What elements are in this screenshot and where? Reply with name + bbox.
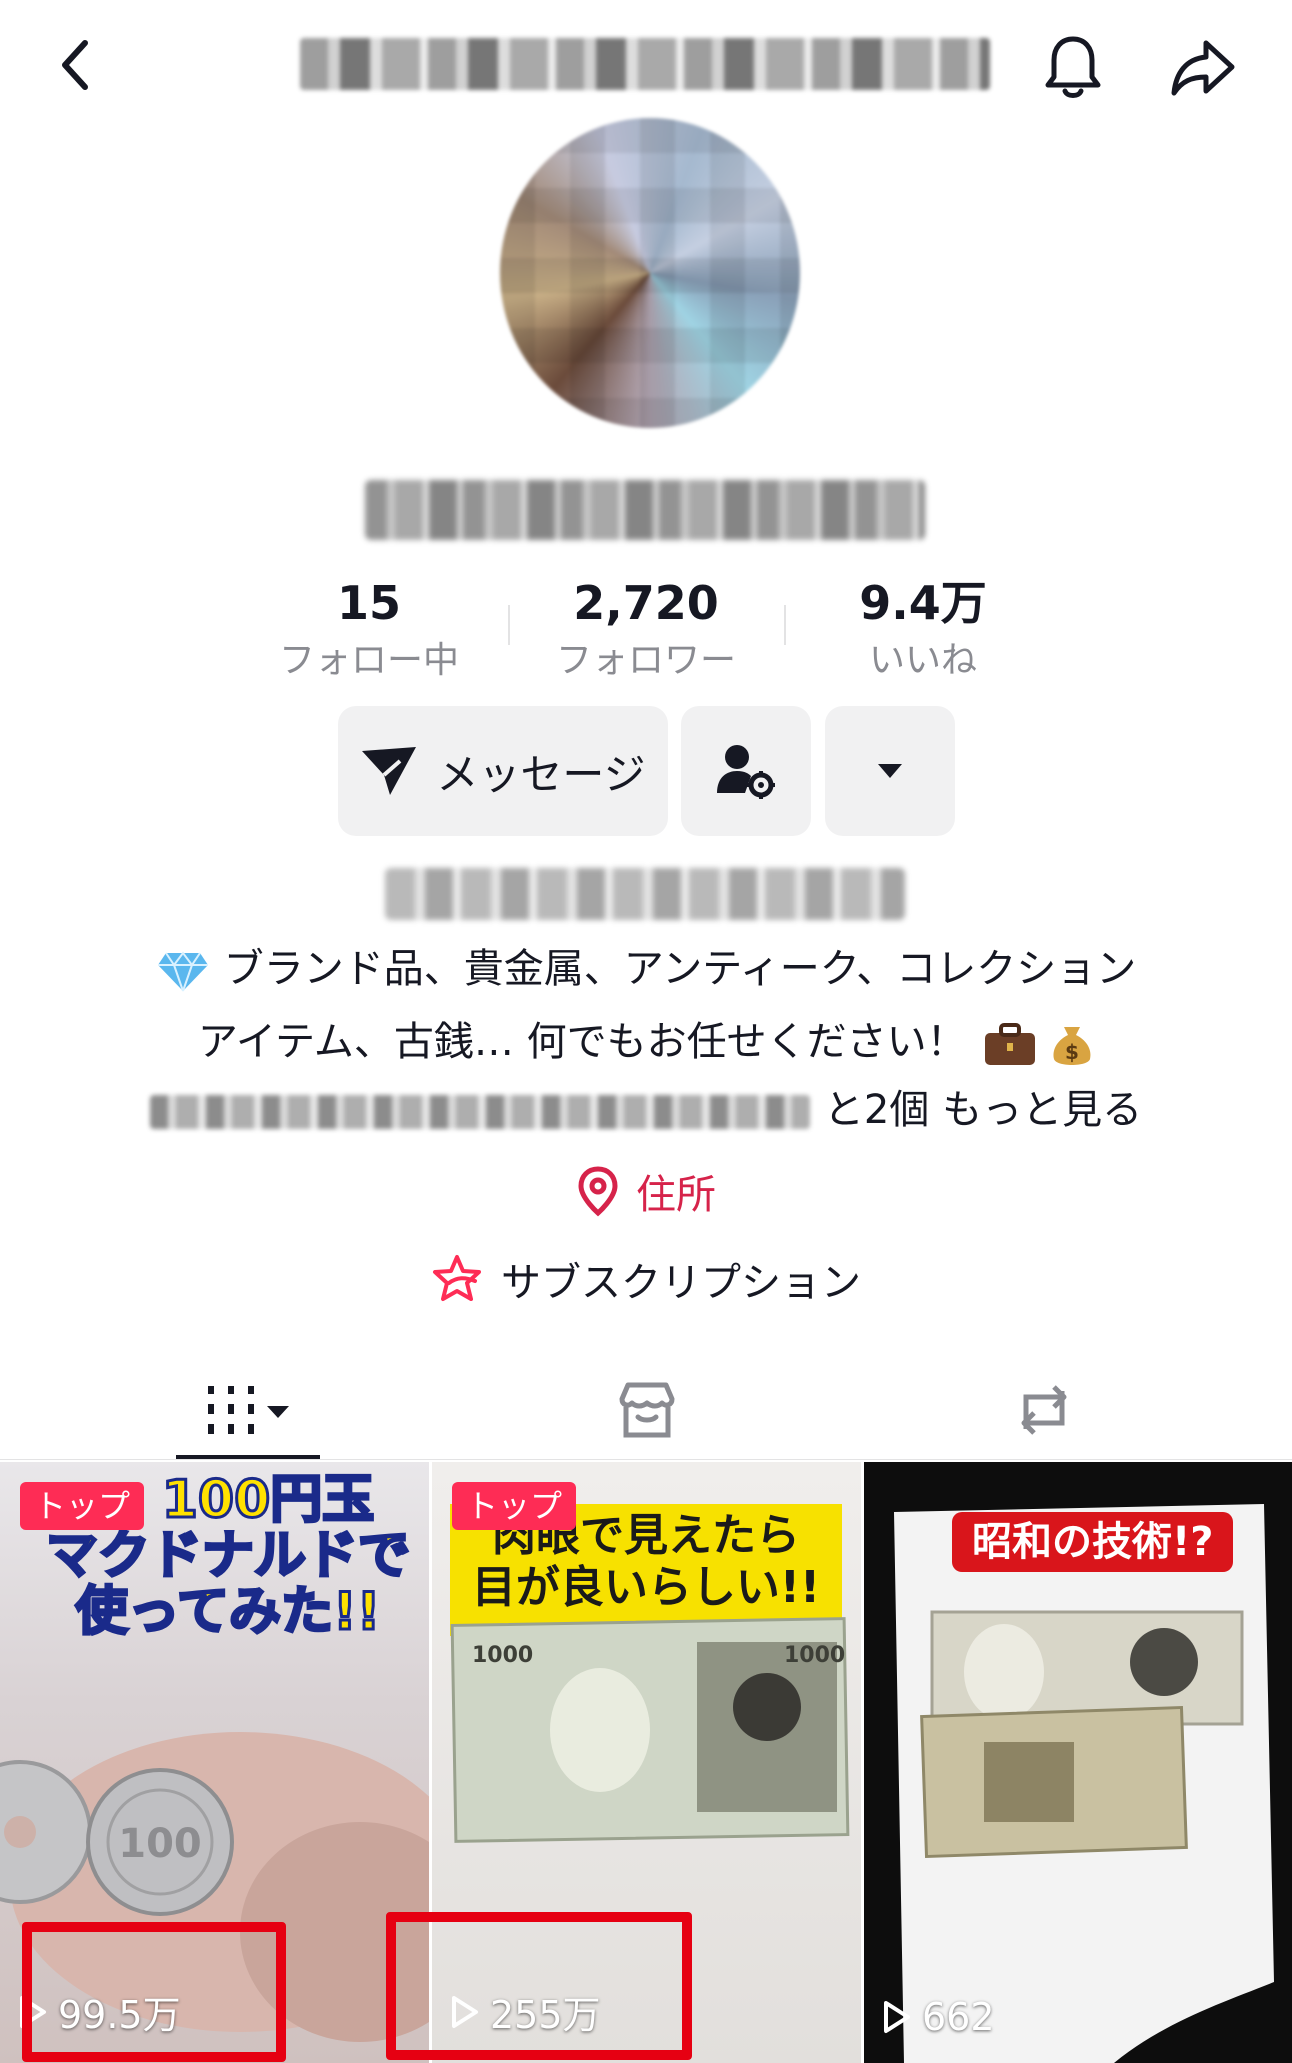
bell-icon [1045, 36, 1100, 98]
see-more-link[interactable]: もっと見る [942, 1087, 1142, 1133]
bio-handle-redacted [385, 868, 905, 920]
repost-icon [1021, 1385, 1067, 1435]
share-button[interactable] [1160, 25, 1245, 110]
stat-followers[interactable]: 2,720 フォロワー [526, 575, 766, 685]
display-name-redacted [365, 480, 925, 540]
avatar[interactable] [500, 118, 800, 428]
money-bag-emoji-icon: $ [1053, 1027, 1091, 1065]
tab-shop[interactable] [575, 1360, 719, 1460]
stat-likes[interactable]: 9.4万 いいね [803, 575, 1043, 685]
stat-divider [784, 605, 786, 645]
stat-following[interactable]: 15 フォロー中 [249, 575, 489, 685]
video-3-caption-line-1: 昭和の技術!? [972, 1519, 1214, 1565]
video-1-caption-line-1: 100円玉 [160, 1470, 376, 1530]
bio-link-redacted[interactable] [149, 1095, 810, 1129]
subscription-label: サブスクリプション [501, 1260, 861, 1306]
user-gear-icon [717, 745, 775, 799]
view-count-highlight-1 [22, 1922, 286, 2062]
view-count-highlight-2 [386, 1912, 692, 2060]
share-arrow-icon [1171, 40, 1234, 95]
back-button[interactable] [40, 30, 110, 100]
bio-text-line-2: アイテム、古銭… 何でもお任せください！ [197, 1019, 967, 1065]
video-3-view-count: 662 [922, 1995, 995, 2039]
tab-videos[interactable] [176, 1360, 320, 1460]
stat-divider [508, 605, 510, 645]
user-settings-button[interactable] [681, 706, 811, 836]
video-grid-icon [208, 1386, 289, 1434]
video-1-pinned-badge: トップ [20, 1482, 145, 1530]
bio-line-2: アイテム、古銭… 何でもお任せください！ $ [0, 1014, 1292, 1070]
bio-line-3: と2個 もっと見る [0, 1082, 1292, 1138]
bio-line-1: ブランド品、貴金属、アンティーク、コレクション [0, 941, 1292, 997]
likes-count: 9.4万 [859, 576, 987, 630]
username-header-redacted [300, 38, 990, 90]
video-2-pinned-badge: トップ [452, 1482, 577, 1530]
following-count: 15 [336, 576, 401, 630]
video-1-caption-line-3: 使ってみた!! [74, 1582, 382, 1642]
video-2-caption-line-2: 目が良いらしい!! [471, 1562, 821, 1613]
message-button-label: メッセージ [436, 749, 646, 799]
notification-button[interactable] [1030, 25, 1115, 110]
svg-text:1000: 1000 [472, 1643, 533, 1668]
tab-reposts[interactable] [972, 1360, 1116, 1460]
diamond-emoji-icon [157, 951, 208, 992]
caret-down-icon [878, 764, 902, 778]
briefcase-emoji-icon [985, 1023, 1036, 1065]
likes-label: いいね [868, 640, 977, 681]
play-icon [884, 2001, 910, 2033]
svg-text:$: $ [1065, 1040, 1079, 1064]
more-options-button[interactable] [825, 706, 955, 836]
location-pin-icon [578, 1166, 618, 1217]
following-label: フォロー中 [278, 640, 459, 681]
video-3-caption: 昭和の技術!? [952, 1512, 1234, 1572]
tab-divider [0, 1459, 1292, 1460]
address-link[interactable]: 住所 [0, 1162, 1292, 1220]
chevron-left-icon [62, 40, 88, 90]
address-label: 住所 [636, 1172, 716, 1218]
followers-count: 2,720 [573, 576, 719, 630]
bio-text-line-1: ブランド品、貴金属、アンティーク、コレクション [223, 946, 1137, 992]
shop-icon [619, 1382, 675, 1438]
svg-text:100: 100 [118, 1821, 202, 1867]
subscription-star-icon [433, 1255, 481, 1301]
followers-label: フォロワー [555, 640, 736, 681]
send-icon [362, 747, 417, 795]
video-3-views: 662 [882, 1995, 995, 2039]
video-1-caption-line-2: マクドナルドで [44, 1526, 411, 1586]
video-tile-3[interactable]: 昭和の技術!? 662 [864, 1462, 1292, 2063]
svg-text:1000: 1000 [784, 1643, 845, 1668]
subscription-link[interactable]: サブスクリプション [0, 1250, 1292, 1308]
message-button[interactable]: メッセージ [338, 706, 668, 836]
more-links-count[interactable]: と2個 [824, 1087, 929, 1133]
